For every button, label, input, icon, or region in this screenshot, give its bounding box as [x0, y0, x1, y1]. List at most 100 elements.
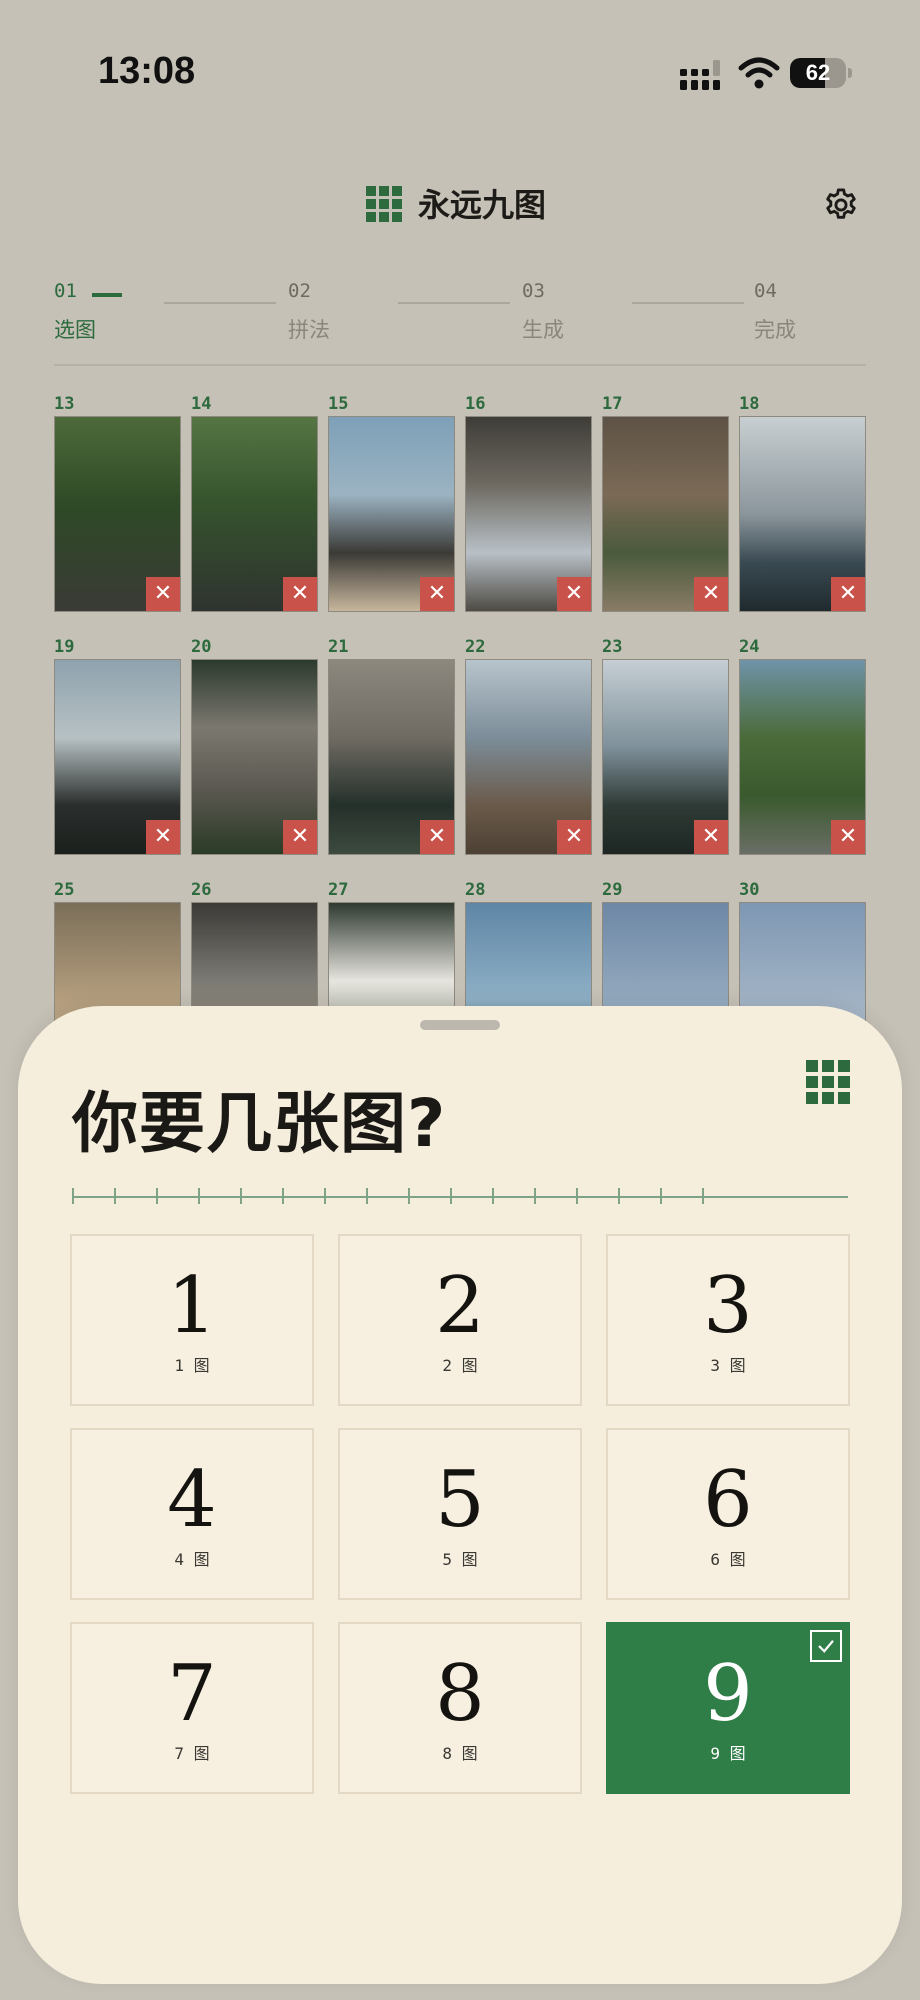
- photo-cell[interactable]: 15 ✕: [328, 392, 455, 612]
- status-time: 13:08: [98, 50, 196, 92]
- remove-photo-button[interactable]: ✕: [557, 820, 591, 854]
- photo-cell[interactable]: 20 ✕: [191, 635, 318, 855]
- photo-thumbnail[interactable]: ✕: [328, 659, 455, 855]
- step-done[interactable]: 04 完成: [754, 280, 920, 344]
- step-connector: [398, 302, 510, 304]
- step-label: 生成: [522, 318, 564, 342]
- photo-thumbnail[interactable]: ✕: [602, 659, 729, 855]
- remove-photo-button[interactable]: ✕: [831, 577, 865, 611]
- photo-count-sheet: 你要几张图? 11 图22 图33 图44 图55 图66 图77 图88 图9…: [18, 1006, 902, 1984]
- step-number: 04: [754, 280, 777, 302]
- count-option-3[interactable]: 33 图: [606, 1234, 850, 1406]
- grid-logo-icon: [366, 186, 402, 222]
- checkmark-icon: [810, 1630, 842, 1662]
- photo-number: 25: [54, 880, 75, 900]
- count-option-5[interactable]: 55 图: [338, 1428, 582, 1600]
- step-label: 选图: [54, 318, 96, 342]
- remove-photo-button[interactable]: ✕: [694, 577, 728, 611]
- remove-photo-button[interactable]: ✕: [146, 577, 180, 611]
- photo-number: 14: [191, 394, 212, 414]
- photo-cell[interactable]: 16 ✕: [465, 392, 592, 612]
- count-option-1[interactable]: 11 图: [70, 1234, 314, 1406]
- count-option-6[interactable]: 66 图: [606, 1428, 850, 1600]
- photo-number: 26: [191, 880, 212, 900]
- divider: [54, 364, 866, 366]
- grid-icon: [806, 1060, 850, 1104]
- photo-number: 13: [54, 394, 75, 414]
- cellular-signal-icon: [680, 60, 720, 90]
- photo-number: 30: [739, 880, 760, 900]
- photo-number: 16: [465, 394, 486, 414]
- photo-number: 19: [54, 637, 75, 657]
- count-number: 4: [167, 1455, 217, 1545]
- count-option-2[interactable]: 22 图: [338, 1234, 582, 1406]
- step-generate[interactable]: 03 生成: [522, 280, 702, 344]
- photo-number: 27: [328, 880, 349, 900]
- photo-thumbnail[interactable]: ✕: [54, 659, 181, 855]
- step-layout[interactable]: 02 拼法: [288, 280, 468, 344]
- photo-number: 28: [465, 880, 486, 900]
- photo-thumbnail[interactable]: ✕: [191, 659, 318, 855]
- photo-thumbnail[interactable]: ✕: [602, 416, 729, 612]
- photo-cell[interactable]: 13 ✕: [54, 392, 181, 612]
- photo-thumbnail[interactable]: ✕: [191, 416, 318, 612]
- photo-thumbnail[interactable]: ✕: [739, 659, 866, 855]
- count-option-7[interactable]: 77 图: [70, 1622, 314, 1794]
- step-connector: [164, 302, 276, 304]
- battery-percent: 62: [805, 60, 831, 85]
- count-option-9[interactable]: 99 图: [606, 1622, 850, 1794]
- wifi-icon: [738, 57, 780, 89]
- photo-thumbnail[interactable]: ✕: [465, 416, 592, 612]
- count-number: 9: [703, 1649, 753, 1739]
- app-header: 永远九图: [0, 170, 920, 240]
- sheet-title: 你要几张图?: [72, 1085, 447, 1162]
- count-caption: 8 图: [442, 1744, 478, 1763]
- progress-stepper: 01 选图 02 拼法 03 生成 04 完成: [54, 280, 866, 370]
- photo-thumbnail[interactable]: ✕: [739, 416, 866, 612]
- photo-cell[interactable]: 21 ✕: [328, 635, 455, 855]
- count-number: 8: [435, 1649, 485, 1739]
- photo-cell[interactable]: 24 ✕: [739, 635, 866, 855]
- remove-photo-button[interactable]: ✕: [420, 820, 454, 854]
- photo-thumbnail[interactable]: ✕: [465, 659, 592, 855]
- remove-photo-button[interactable]: ✕: [283, 577, 317, 611]
- sheet-drag-handle[interactable]: [420, 1020, 500, 1030]
- count-caption: 9 图: [710, 1744, 746, 1763]
- photo-cell[interactable]: 22 ✕: [465, 635, 592, 855]
- count-option-4[interactable]: 44 图: [70, 1428, 314, 1600]
- step-select[interactable]: 01 选图: [54, 280, 234, 344]
- count-caption: 4 图: [174, 1550, 210, 1569]
- photo-thumbnail[interactable]: ✕: [328, 416, 455, 612]
- photo-cell[interactable]: 14 ✕: [191, 392, 318, 612]
- photo-number: 18: [739, 394, 760, 414]
- photo-number: 22: [465, 637, 486, 657]
- remove-photo-button[interactable]: ✕: [694, 820, 728, 854]
- photo-number: 23: [602, 637, 623, 657]
- count-option-8[interactable]: 88 图: [338, 1622, 582, 1794]
- gear-icon[interactable]: [822, 186, 860, 224]
- photo-number: 24: [739, 637, 760, 657]
- remove-photo-button[interactable]: ✕: [831, 820, 865, 854]
- photo-cell[interactable]: 17 ✕: [602, 392, 729, 612]
- count-number: 7: [167, 1649, 217, 1739]
- count-caption: 5 图: [442, 1550, 478, 1569]
- photo-cell[interactable]: 18 ✕: [739, 392, 866, 612]
- step-number: 02: [288, 280, 311, 302]
- photo-number: 15: [328, 394, 349, 414]
- remove-photo-button[interactable]: ✕: [283, 820, 317, 854]
- remove-photo-button[interactable]: ✕: [420, 577, 454, 611]
- remove-photo-button[interactable]: ✕: [146, 820, 180, 854]
- count-number: 5: [435, 1455, 485, 1545]
- count-number: 1: [167, 1261, 217, 1351]
- count-number: 2: [435, 1261, 485, 1351]
- count-caption: 7 图: [174, 1744, 210, 1763]
- photo-number: 29: [602, 880, 623, 900]
- photo-thumbnail[interactable]: ✕: [54, 416, 181, 612]
- remove-photo-button[interactable]: ✕: [557, 577, 591, 611]
- photo-cell[interactable]: 19 ✕: [54, 635, 181, 855]
- count-caption: 2 图: [442, 1356, 478, 1375]
- status-bar: 13:08 62: [0, 0, 920, 150]
- photo-number: 17: [602, 394, 623, 414]
- step-number: 03: [522, 280, 545, 302]
- photo-cell[interactable]: 23 ✕: [602, 635, 729, 855]
